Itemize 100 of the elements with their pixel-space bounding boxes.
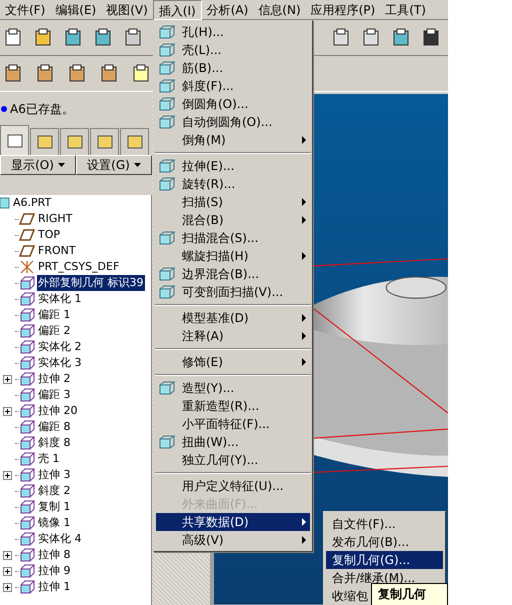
feature-icon [19,436,35,450]
feature-icon [19,388,35,402]
tree-item[interactable]: 拉伸 20 [37,402,78,420]
tree-item[interactable]: 拉伸 9 [37,562,72,580]
tree-item[interactable]: 实体化 2 [37,338,82,356]
menu-item[interactable]: 斜度(F)... [156,77,310,95]
expand-icon[interactable] [3,470,12,480]
menu-item[interactable]: 筋(B)... [156,59,310,77]
tree-item[interactable]: 复制 1 [37,498,72,516]
menu-bar-item[interactable]: 工具(T) [380,0,431,20]
tree-item[interactable]: 斜度 2 [37,482,72,500]
menu-bar-item[interactable]: 分析(A) [202,0,254,20]
dropdown-button[interactable]: 设置(G) [76,155,152,175]
tree-item[interactable]: 偏距 2 [37,322,72,340]
menu-item[interactable]: 旋转(R)... [156,175,310,193]
menu-item[interactable]: 边界混合(B)... [156,265,310,283]
tree-item[interactable]: A6.PRT [0,195,151,211]
menu-bar-item[interactable]: 插入(I) [152,0,202,20]
tree-item[interactable]: RIGHT [37,210,74,228]
expand-icon[interactable] [3,374,12,384]
dropdown-button[interactable]: 显示(O) [0,155,76,175]
feature-icon [19,324,35,338]
menu-item[interactable]: 混合(B) [156,211,310,229]
tree-item[interactable]: 偏距 1 [37,306,72,324]
menu-item[interactable]: 扫描混合(S)... [156,229,310,247]
tree-item[interactable]: 拉伸 8 [37,546,72,564]
feature-icon [19,292,35,306]
navigator-tab[interactable] [60,128,89,155]
feature-icon [19,372,35,386]
tree-item[interactable]: 实体化 3 [37,354,82,372]
expand-icon[interactable] [3,406,12,416]
menu-item[interactable]: 高级(V) [156,531,310,549]
feature-icon [19,548,35,562]
feature-icon [19,276,35,290]
menu-item[interactable]: 扫描(S) [156,193,310,211]
menu-bar-item[interactable]: 应用程序(P) [306,0,380,20]
submenu-arrow-icon [302,358,306,366]
submenu-arrow-icon [302,332,306,340]
navigator-tab[interactable] [30,128,59,155]
menu-item[interactable]: 自文件(F)... [326,515,443,533]
menu-item[interactable]: 复制几何(G)... [326,551,443,569]
feature-icon [158,96,176,112]
menu-item[interactable]: 修饰(E) [156,353,310,371]
menu-item[interactable]: 模型基准(D) [156,309,310,327]
menu-item[interactable]: 螺旋扫描(H) [156,247,310,265]
tree-item[interactable]: TOP [37,226,62,244]
tree-item[interactable]: PRT_CSYS_DEF [37,258,120,276]
tree-item[interactable]: 镜像 1 [37,514,72,532]
menu-item[interactable]: 孔(H)... [156,23,310,41]
menu-item[interactable]: 自动倒圆角(O)... [156,113,310,131]
menu-item[interactable]: 扭曲(W)... [156,433,310,451]
feature-icon [19,420,35,434]
dropdown-arrow-icon [58,163,65,167]
menu-bar-item[interactable]: 信息(N) [253,0,306,20]
navigator-tab[interactable] [0,125,29,155]
tree-item[interactable]: 实体化 4 [37,530,82,548]
feature-icon [19,452,35,466]
feature-icon [158,284,176,300]
menu-item[interactable]: 可变剖面扫描(V)... [156,283,310,301]
menu-bar-item[interactable]: 编辑(E) [50,0,102,20]
feature-icon [19,532,35,546]
tree-item[interactable]: 偏距 3 [37,386,72,404]
tree-item[interactable]: 拉伸 1 [37,578,72,596]
feature-icon [19,516,35,530]
menu-item[interactable]: 共享数据(D) [156,513,310,531]
tree-item[interactable]: 实体化 1 [37,290,82,308]
tree-item[interactable]: 斜度 8 [37,434,72,452]
menu-item[interactable]: 壳(L)... [156,41,310,59]
menu-bar-item[interactable]: 视图(V) [101,0,153,20]
tree-item[interactable]: 拉伸 3 [37,466,72,484]
menu-item[interactable]: 倒角(M) [156,131,310,149]
expand-icon[interactable] [3,582,12,592]
status-dot-icon [1,106,7,112]
feature-icon [158,176,176,192]
submenu-arrow-icon [302,252,306,260]
submenu-arrow-icon [302,314,306,322]
tree-item[interactable]: 外部复制几何 标识39 [37,274,144,292]
tree-item[interactable]: 偏距 8 [37,418,72,436]
menu-item[interactable]: 独立几何(Y)... [156,451,310,469]
submenu-arrow-icon [302,216,306,224]
menu-item[interactable]: 用户定义特征(U)... [156,477,310,495]
expand-icon[interactable] [3,566,12,576]
menu-item[interactable]: 注释(A) [156,327,310,345]
tree-item[interactable]: 拉伸 2 [37,370,72,388]
menu-bar-item[interactable]: 文件(F) [0,0,50,20]
navigator-tab[interactable] [90,128,119,155]
expand-icon[interactable] [3,550,12,560]
part-icon [0,197,10,209]
tree-item[interactable]: FRONT [37,242,77,260]
menu-item[interactable]: 重新造型(R)... [156,397,310,415]
feature-icon [19,340,35,354]
navigator-tab[interactable] [120,128,149,155]
feature-icon [158,434,176,450]
menu-item[interactable]: 拉伸(E)... [156,157,310,175]
menu-item[interactable]: 造型(Y)... [156,379,310,397]
menu-item[interactable]: 小平面特征(F)... [156,415,310,433]
tree-item[interactable]: 壳 1 [37,450,60,468]
submenu-arrow-icon [302,536,306,544]
menu-item[interactable]: 倒圆角(O)... [156,95,310,113]
menu-item[interactable]: 发布几何(B)... [326,533,443,551]
